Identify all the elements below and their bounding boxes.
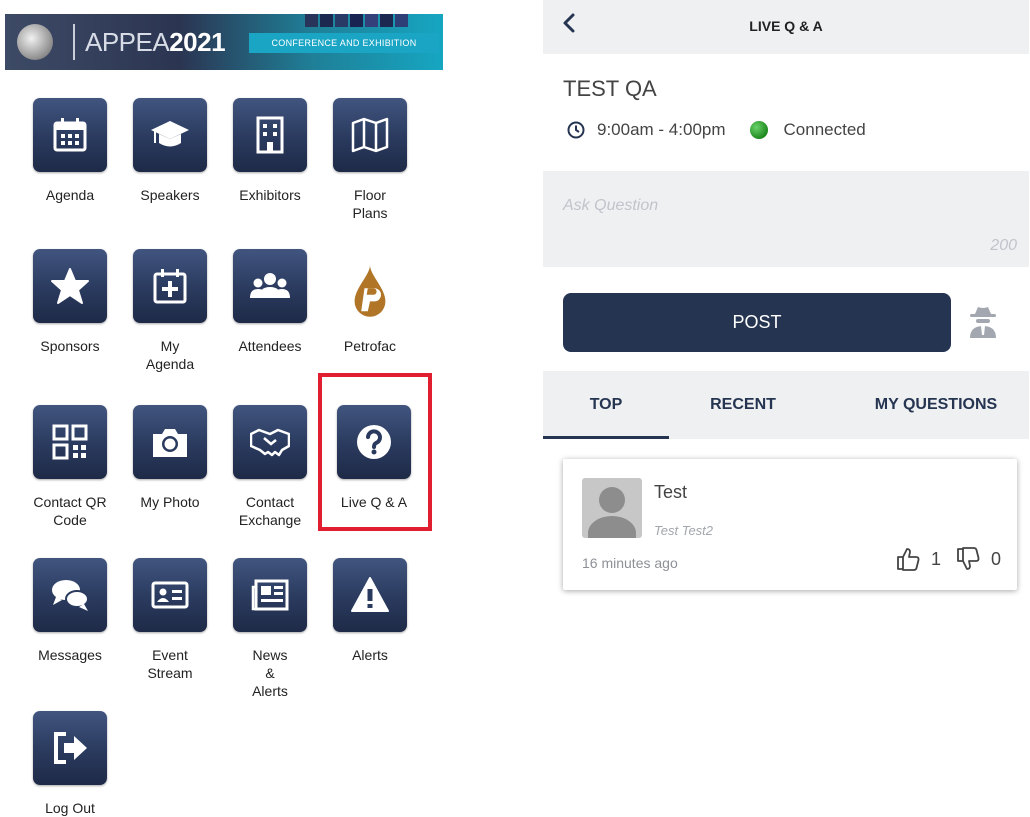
ask-question-input[interactable]: Ask Question 200: [543, 171, 1029, 267]
page-title: LIVE Q & A: [749, 18, 823, 34]
menu-tile-attendees[interactable]: Attendees: [230, 249, 310, 355]
menu-tile-my-photo[interactable]: My Photo: [130, 405, 210, 511]
newspaper-icon: [233, 558, 307, 632]
menu-tile-alerts[interactable]: Alerts: [330, 558, 410, 664]
tab-recent[interactable]: RECENT: [673, 371, 813, 439]
graduation-cap-icon: [133, 98, 207, 172]
menu-tile-my-agenda[interactable]: My Agenda: [130, 249, 210, 373]
status-indicator-icon: [749, 121, 768, 139]
building-icon: [233, 98, 307, 172]
menu-tile-contact-exchange[interactable]: Contact Exchange: [230, 405, 310, 529]
logout-icon: [33, 711, 107, 785]
menu-label: Contact QR Code: [33, 494, 107, 528]
session-meta: 9:00am - 4:00pm Connected: [567, 118, 866, 142]
menu-label: Agenda: [45, 187, 95, 203]
menu-label: Petrofac: [343, 338, 397, 354]
handshake-icon: [233, 405, 307, 479]
menu-tile-sponsors[interactable]: Sponsors: [30, 249, 110, 355]
qr-code-icon: [33, 405, 107, 479]
banner-divider: [73, 24, 75, 60]
tab-top[interactable]: TOP: [543, 371, 669, 439]
like-count: 1: [930, 548, 941, 569]
map-icon: [333, 98, 407, 172]
anonymous-spy-icon[interactable]: [968, 305, 998, 339]
clock-icon: [567, 121, 585, 139]
menu-label: Log Out: [45, 800, 95, 816]
petrofac-logo: [333, 249, 407, 323]
thumbs-down-icon[interactable]: [955, 546, 981, 572]
tab-my-questions[interactable]: MY QUESTIONS: [843, 371, 1029, 439]
menu-label: Event Stream: [147, 647, 193, 681]
brand-tagline: CONFERENCE AND EXHIBITION: [249, 33, 439, 53]
menu-tile-news-alerts[interactable]: News & Alerts: [230, 558, 310, 700]
session-time: 9:00am - 4:00pm: [597, 120, 726, 139]
id-card-icon: [133, 558, 207, 632]
post-button[interactable]: POST: [563, 293, 951, 352]
chat-bubbles-icon: [33, 558, 107, 632]
menu-label: Alerts: [352, 647, 388, 663]
menu-label: Attendees: [238, 338, 302, 354]
menu-label: Speakers: [140, 187, 200, 203]
thumbs-up-icon[interactable]: [895, 546, 921, 572]
ask-question-placeholder: Ask Question: [563, 197, 659, 214]
dislike-count: 0: [990, 548, 1001, 569]
brand-title: APPEA2021: [85, 27, 226, 57]
connection-status: Connected: [783, 120, 866, 139]
vote-controls: 1 0: [895, 544, 1001, 574]
calendar-icon: [33, 98, 107, 172]
calendar-plus-icon: [133, 249, 207, 323]
menu-label: Messages: [38, 647, 102, 663]
question-author: Test: [654, 482, 688, 502]
users-icon: [233, 249, 307, 323]
question-text: Test Test2: [654, 523, 714, 538]
question-timestamp: 16 minutes ago: [582, 555, 678, 571]
live-qa-highlight: [318, 373, 432, 531]
menu-label: Contact Exchange: [238, 494, 302, 528]
menu-tile-agenda[interactable]: Agenda: [30, 98, 110, 204]
menu-tile-exhibitors[interactable]: Exhibitors: [230, 98, 310, 204]
qa-header: LIVE Q & A: [543, 0, 1029, 54]
menu-tile-event-stream[interactable]: Event Stream: [130, 558, 210, 682]
camera-icon: [133, 405, 207, 479]
active-tab-indicator: [543, 436, 669, 439]
appea-banner: APPEA2021 CONFERENCE AND EXHIBITION: [5, 14, 443, 70]
menu-label: Exhibitors: [239, 187, 301, 203]
question-tabs: TOP RECENT MY QUESTIONS: [543, 371, 1029, 439]
menu-label: News & Alerts: [252, 647, 288, 699]
character-counter: 200: [990, 237, 1017, 254]
menu-tile-messages[interactable]: Messages: [30, 558, 110, 664]
menu-label: Sponsors: [40, 338, 100, 354]
appea-logo: [17, 24, 53, 60]
session-title: TEST QA: [563, 76, 657, 101]
avatar: [582, 478, 642, 538]
menu-tile-contact-qr-code[interactable]: Contact QR Code: [30, 405, 110, 529]
star-icon: [33, 249, 107, 323]
warning-icon: [333, 558, 407, 632]
menu-tile-speakers[interactable]: Speakers: [130, 98, 210, 204]
menu-tile-petrofac[interactable]: Petrofac: [330, 249, 410, 355]
menu-tile-log-out[interactable]: Log Out: [30, 711, 110, 817]
menu-tile-floor-plans[interactable]: Floor Plans: [330, 98, 410, 222]
question-card[interactable]: Test Test Test2 16 minutes ago 1 0: [563, 459, 1017, 590]
menu-label: My Photo: [140, 494, 200, 510]
menu-label: Floor Plans: [352, 187, 388, 221]
menu-label: My Agenda: [145, 338, 195, 372]
